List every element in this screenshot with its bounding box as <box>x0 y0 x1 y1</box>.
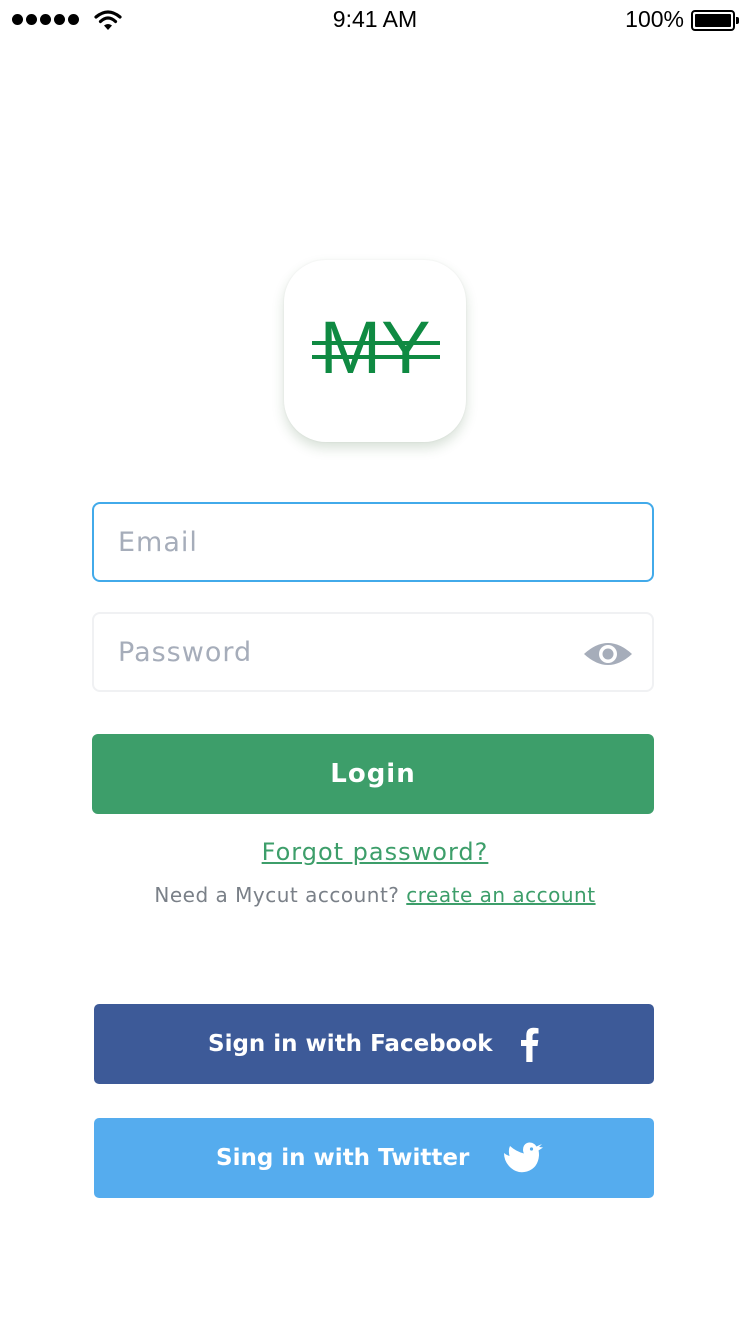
twitter-signin-button[interactable]: Sing in with Twitter <box>94 1118 654 1198</box>
facebook-button-label: Sign in with Facebook <box>208 1031 493 1057</box>
status-bar: 9:41 AM 100% <box>0 0 750 40</box>
app-logo: MY <box>284 260 466 442</box>
logo-text: MY <box>320 306 431 389</box>
password-input[interactable] <box>94 614 652 690</box>
password-field-container <box>92 612 654 692</box>
create-account-link[interactable]: create an account <box>406 883 595 907</box>
facebook-icon <box>521 1027 539 1062</box>
twitter-bird-icon <box>504 1142 543 1173</box>
battery-percentage: 100% <box>625 6 684 32</box>
app-logo-icon: MY <box>312 306 440 389</box>
forgot-password-link[interactable]: Forgot password? <box>262 838 489 866</box>
forgot-password-row: Forgot password? <box>0 838 750 866</box>
email-input[interactable] <box>94 504 652 580</box>
email-field-container <box>92 502 654 582</box>
signup-row: Need a Mycut account? create an account <box>0 883 750 907</box>
login-button[interactable]: Login <box>92 734 654 814</box>
facebook-signin-button[interactable]: Sign in with Facebook <box>94 1004 654 1084</box>
twitter-button-label: Sing in with Twitter <box>216 1145 470 1171</box>
signup-prompt: Need a Mycut account? <box>154 883 407 907</box>
login-screen: 9:41 AM 100% MY Login Forgot password? N… <box>0 0 750 1334</box>
battery-icon <box>691 10 739 31</box>
eye-icon[interactable] <box>582 638 634 670</box>
